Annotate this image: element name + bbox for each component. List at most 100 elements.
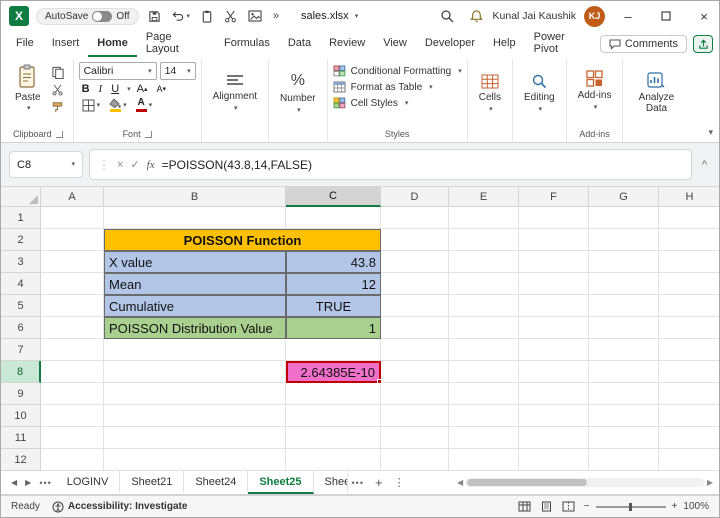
tab-file[interactable]: File	[7, 31, 43, 57]
cell-C8[interactable]: 2.64385E-10	[286, 361, 382, 384]
cell-H3[interactable]	[659, 251, 719, 273]
cell-H5[interactable]	[659, 295, 719, 317]
cell-F2[interactable]	[519, 229, 589, 251]
cell-E1[interactable]	[449, 207, 519, 229]
row-header-1[interactable]: 1	[1, 207, 41, 229]
cell-F7[interactable]	[519, 339, 589, 361]
cell-A8[interactable]	[41, 361, 104, 383]
cell-D6[interactable]	[381, 317, 449, 339]
font-name-select[interactable]: Calibri ▾	[78, 62, 157, 80]
insert-function-icon[interactable]: fx	[147, 159, 155, 171]
scroll-left-icon[interactable]: ◀	[457, 478, 463, 487]
sheet-tab-sheet24[interactable]: Sheet24	[184, 471, 249, 494]
tab-insert[interactable]: Insert	[43, 31, 89, 57]
cell-E5[interactable]	[449, 295, 519, 317]
picture-icon[interactable]	[246, 10, 264, 22]
cell-A3[interactable]	[41, 251, 104, 273]
cell-H12[interactable]	[659, 449, 719, 471]
row-header-2[interactable]: 2	[1, 229, 41, 251]
enter-icon[interactable]: ✓	[130, 158, 139, 171]
cell-D12[interactable]	[381, 449, 449, 471]
share-button[interactable]	[693, 35, 713, 53]
cell-C3[interactable]: 43.8	[286, 251, 381, 273]
cell-G1[interactable]	[589, 207, 659, 229]
formula-input[interactable]: ⋮ × ✓ fx =POISSON(43.8,14,FALSE)	[89, 149, 692, 180]
cell-D11[interactable]	[381, 427, 449, 449]
cell-E8[interactable]	[449, 361, 519, 383]
sheet-overflow-icon[interactable]: •••	[348, 478, 368, 488]
cell-D5[interactable]	[381, 295, 449, 317]
sheet-tab-shee[interactable]: Shee	[314, 471, 348, 494]
sheet-tab-sheet25[interactable]: Sheet25	[248, 471, 314, 494]
cell-F9[interactable]	[519, 383, 589, 405]
row-header-4[interactable]: 4	[1, 273, 41, 295]
cell-E12[interactable]	[449, 449, 519, 471]
cell-H10[interactable]	[659, 405, 719, 427]
tab-review[interactable]: Review	[320, 31, 374, 57]
cell-F5[interactable]	[519, 295, 589, 317]
cell-D8[interactable]	[381, 361, 449, 383]
tab-view[interactable]: View	[374, 31, 416, 57]
cell-G3[interactable]	[589, 251, 659, 273]
cell-C12[interactable]	[286, 449, 381, 471]
column-header-D[interactable]: D	[381, 187, 449, 207]
tab-help[interactable]: Help	[484, 31, 525, 57]
cell-D7[interactable]	[381, 339, 449, 361]
cell-A7[interactable]	[41, 339, 104, 361]
bell-icon[interactable]	[468, 9, 485, 23]
cell-G11[interactable]	[589, 427, 659, 449]
cell-styles-button[interactable]: Cell Styles ▾	[333, 97, 462, 109]
cell-D2[interactable]	[381, 229, 449, 251]
sheet-nav-right-icon[interactable]: ▶	[21, 478, 35, 487]
autosave-toggle[interactable]: AutoSave Off	[36, 7, 139, 25]
name-box[interactable]: C8 ▾	[9, 151, 83, 178]
underline-dropdown-icon[interactable]: ▾	[127, 86, 131, 93]
cell-E3[interactable]	[449, 251, 519, 273]
cell-F4[interactable]	[519, 273, 589, 295]
cell-E10[interactable]	[449, 405, 519, 427]
cell-B12[interactable]	[104, 449, 286, 471]
column-header-F[interactable]: F	[519, 187, 589, 207]
column-header-B[interactable]: B	[104, 187, 286, 207]
cell-F8[interactable]	[519, 361, 589, 383]
clipboard-dialog-launcher-icon[interactable]	[55, 130, 63, 138]
cell-B10[interactable]	[104, 405, 286, 427]
search-icon[interactable]	[438, 9, 456, 23]
cell-A12[interactable]	[41, 449, 104, 471]
font-dialog-launcher-icon[interactable]	[144, 130, 152, 138]
decrease-font-button[interactable]: A ▾	[154, 84, 170, 94]
cell-B8[interactable]	[104, 361, 286, 383]
row-header-8[interactable]: 8	[1, 361, 41, 383]
fill-color-button[interactable]: ▾	[106, 98, 130, 112]
cell-B2[interactable]: POISSON Function	[104, 229, 381, 251]
cell-H8[interactable]	[659, 361, 719, 383]
cell-C6[interactable]: 1	[286, 317, 381, 339]
cell-F3[interactable]	[519, 251, 589, 273]
cell-H11[interactable]	[659, 427, 719, 449]
row-header-12[interactable]: 12	[1, 449, 41, 471]
undo-dropdown-icon[interactable]: ▾	[187, 13, 191, 20]
copy-icon[interactable]	[51, 66, 65, 79]
document-title[interactable]: sales.xlsx ▾	[301, 10, 358, 22]
cell-B1[interactable]	[104, 207, 286, 229]
new-sheet-button[interactable]: +	[368, 475, 390, 490]
cell-C11[interactable]	[286, 427, 381, 449]
cell-B5[interactable]: Cumulative	[104, 295, 286, 317]
cell-E2[interactable]	[449, 229, 519, 251]
cell-D4[interactable]	[381, 273, 449, 295]
cell-C9[interactable]	[286, 383, 381, 405]
cell-B9[interactable]	[104, 383, 286, 405]
column-header-C[interactable]: C	[286, 187, 381, 207]
sheet-tab-loginv[interactable]: LOGINV	[56, 471, 121, 494]
column-header-E[interactable]: E	[449, 187, 519, 207]
number-button[interactable]: % Number ▾	[274, 61, 322, 125]
quick-access-overflow-icon[interactable]: »	[271, 10, 281, 22]
tab-page-layout[interactable]: Page Layout	[137, 31, 215, 57]
cell-C4[interactable]: 12	[286, 273, 381, 295]
format-as-table-button[interactable]: Format as Table ▾	[333, 81, 462, 93]
normal-view-button[interactable]	[518, 501, 531, 512]
paste-button[interactable]: Paste ▾	[8, 61, 48, 115]
cell-A9[interactable]	[41, 383, 104, 405]
cell-H7[interactable]	[659, 339, 719, 361]
sheet-nav-left-icon[interactable]: ◀	[7, 478, 21, 487]
